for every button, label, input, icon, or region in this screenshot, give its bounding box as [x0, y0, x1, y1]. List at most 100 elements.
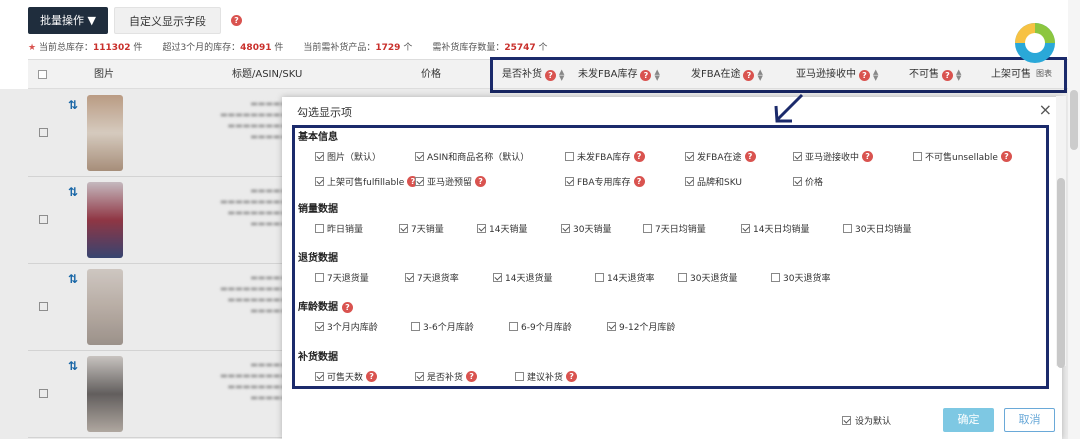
checkbox[interactable] — [913, 152, 922, 161]
checkbox[interactable] — [771, 273, 780, 282]
help-icon[interactable]: ? — [230, 15, 242, 26]
checkbox[interactable] — [411, 322, 420, 331]
checkbox[interactable] — [477, 224, 486, 233]
option-label: FBA专用库存 — [577, 178, 631, 188]
option-label: ASIN和商品名称（默认） — [427, 153, 530, 163]
field-option[interactable]: 价格 — [793, 175, 823, 188]
checkbox[interactable] — [415, 177, 424, 186]
checkbox[interactable] — [509, 322, 518, 331]
checkbox[interactable] — [315, 224, 324, 233]
field-option[interactable]: 图片（默认） — [315, 150, 381, 163]
option-label: 昨日销量 — [327, 225, 364, 235]
field-option[interactable]: 14天退货量 — [493, 271, 552, 284]
field-option[interactable]: 30天日均销量 — [843, 222, 911, 235]
dialog-scrollbar-thumb[interactable] — [1057, 178, 1065, 368]
field-option[interactable]: 亚马逊接收中? — [793, 150, 874, 163]
field-option[interactable]: 上架可售fulfillable? — [315, 175, 419, 188]
section-title: 补货数据 — [298, 352, 338, 363]
field-option[interactable]: 14天退货率 — [595, 271, 654, 284]
checkbox[interactable] — [561, 224, 570, 233]
field-option[interactable]: 可售天数? — [315, 370, 378, 383]
checkbox[interactable] — [315, 322, 324, 331]
help-icon[interactable]: ? — [466, 371, 478, 382]
field-option[interactable]: 未发FBA库存? — [565, 150, 645, 163]
checkbox[interactable] — [685, 152, 694, 161]
option-label: 30天退货量 — [690, 274, 738, 284]
checkbox[interactable] — [515, 372, 524, 381]
checkbox[interactable] — [415, 372, 424, 381]
field-option[interactable]: 7天日均销量 — [643, 222, 706, 235]
column-price[interactable]: 价格 — [421, 60, 441, 90]
checkbox[interactable] — [493, 273, 502, 282]
field-option[interactable]: 亚马逊预留? — [415, 175, 487, 188]
checkbox[interactable] — [678, 273, 687, 282]
checkbox[interactable] — [685, 177, 694, 186]
field-option[interactable]: 6-9个月库龄 — [509, 320, 572, 333]
set-default-checkbox[interactable]: 设为默认 — [842, 414, 891, 427]
field-option[interactable]: 建议补货? — [515, 370, 578, 383]
section-title: 库龄数据? — [298, 298, 353, 313]
field-option[interactable]: 30天销量 — [561, 222, 611, 235]
help-icon[interactable]: ? — [862, 151, 874, 162]
checkbox[interactable] — [741, 224, 750, 233]
checkbox[interactable] — [315, 372, 324, 381]
options-panel: 基本信息 图片（默认） ASIN和商品名称（默认） 未发FBA库存? 发FBA在途? 亚马… — [292, 125, 1049, 389]
stat-replenish-quantity: 需补货库存数量：25747 个 — [432, 43, 548, 53]
option-label: 14天日均销量 — [753, 225, 810, 235]
checkbox[interactable] — [405, 273, 414, 282]
checkbox[interactable] — [315, 177, 324, 186]
page-scrollbar[interactable] — [1068, 0, 1080, 439]
custom-fields-button[interactable]: 自定义显示字段 — [113, 7, 221, 34]
help-icon[interactable]: ? — [633, 176, 645, 187]
field-option[interactable]: 14天销量 — [477, 222, 527, 235]
checkbox[interactable] — [315, 273, 324, 282]
field-option[interactable]: 是否补货? — [415, 370, 478, 383]
help-icon[interactable]: ? — [475, 176, 487, 187]
field-option[interactable]: 品牌和SKU — [685, 175, 742, 188]
chart-badge-icon[interactable] — [1012, 20, 1058, 66]
field-option[interactable]: 30天退货率 — [771, 271, 830, 284]
checkbox[interactable] — [843, 224, 852, 233]
field-option[interactable]: 昨日销量 — [315, 222, 363, 235]
field-option[interactable]: 3个月内库龄 — [315, 320, 378, 333]
field-option[interactable]: 14天日均销量 — [741, 222, 809, 235]
help-icon[interactable]: ? — [633, 151, 645, 162]
option-label: 14天退货率 — [607, 274, 655, 284]
select-all-checkbox[interactable] — [38, 60, 47, 90]
field-option[interactable]: 7天销量 — [399, 222, 444, 235]
field-option[interactable]: 发FBA在途? — [685, 150, 756, 163]
cancel-button[interactable]: 取消 — [1004, 408, 1055, 432]
batch-operations-button[interactable]: 批量操作 ▼ — [28, 7, 108, 34]
field-option[interactable]: 7天退货量 — [315, 271, 369, 284]
confirm-button[interactable]: 确定 — [943, 408, 994, 432]
set-default-label: 设为默认 — [855, 417, 892, 427]
checkbox[interactable] — [842, 416, 851, 425]
help-icon[interactable]: ? — [744, 151, 756, 162]
checkbox[interactable] — [399, 224, 408, 233]
field-option[interactable]: 7天退货率 — [405, 271, 459, 284]
section-title: 退货数据 — [298, 253, 338, 264]
field-option[interactable]: 9-12个月库龄 — [607, 320, 675, 333]
checkbox[interactable] — [793, 177, 802, 186]
field-option[interactable]: 3-6个月库龄 — [411, 320, 474, 333]
checkbox[interactable] — [643, 224, 652, 233]
checkbox[interactable] — [565, 177, 574, 186]
checkbox[interactable] — [315, 152, 324, 161]
help-icon[interactable]: ? — [566, 371, 578, 382]
checkbox[interactable] — [607, 322, 616, 331]
field-option[interactable]: 30天退货量 — [678, 271, 737, 284]
checkbox[interactable] — [793, 152, 802, 161]
field-option[interactable]: FBA专用库存? — [565, 175, 645, 188]
column-image: 图片 — [94, 69, 114, 80]
help-icon[interactable]: ? — [342, 301, 353, 313]
checkbox[interactable] — [415, 152, 424, 161]
page-scrollbar-thumb[interactable] — [1070, 90, 1078, 150]
field-option[interactable]: 不可售unsellable? — [913, 150, 1012, 163]
checkbox[interactable] — [595, 273, 604, 282]
close-icon[interactable]: × — [1039, 100, 1052, 119]
option-label: 亚马逊接收中 — [805, 153, 860, 163]
help-icon[interactable]: ? — [1000, 151, 1012, 162]
help-icon[interactable]: ? — [366, 371, 378, 382]
field-option[interactable]: ASIN和商品名称（默认） — [415, 150, 529, 163]
checkbox[interactable] — [565, 152, 574, 161]
